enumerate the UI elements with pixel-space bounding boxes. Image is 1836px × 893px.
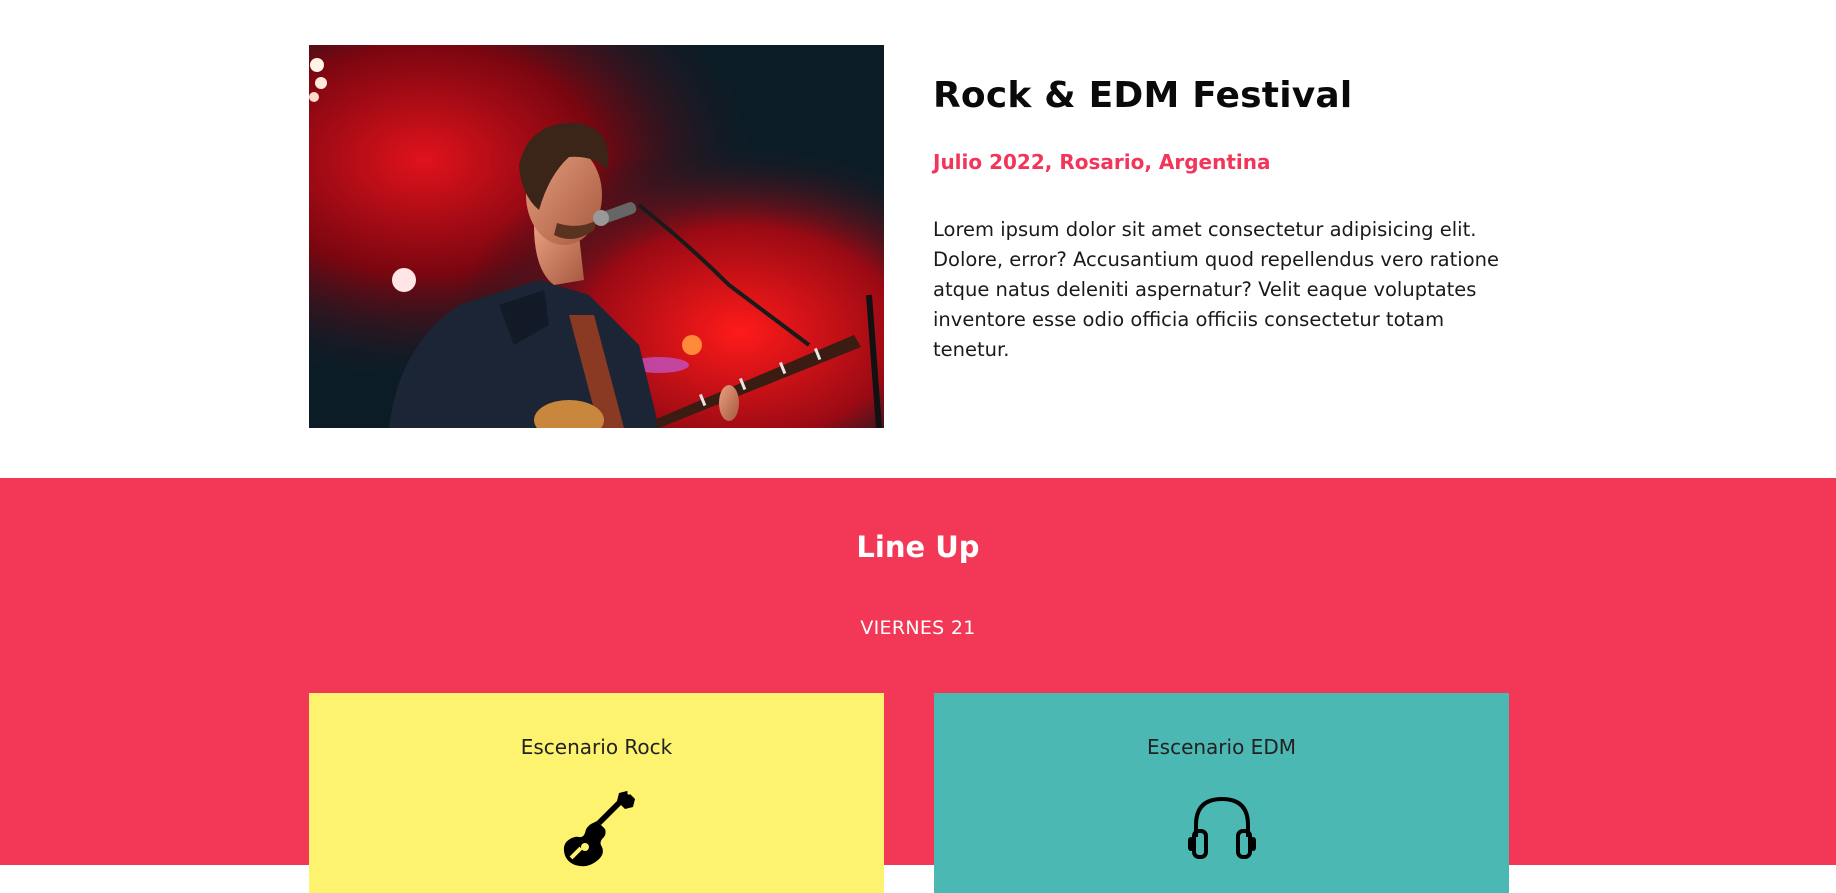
stage-card-edm: Escenario EDM <box>934 693 1509 893</box>
stage-card-rock: Escenario Rock <box>309 693 884 893</box>
event-date-location: Julio 2022, Rosario, Argentina <box>933 150 1271 174</box>
event-info: Rock & EDM Festival Julio 2022, Rosario,… <box>933 70 1513 365</box>
event-title: Rock & EDM Festival <box>933 75 1353 116</box>
guitar-icon <box>555 787 639 871</box>
stage-title: Escenario Rock <box>520 735 673 759</box>
lineup-title: Line Up <box>856 530 980 564</box>
stage-title: Escenario EDM <box>1147 735 1296 759</box>
headphones-icon <box>1180 787 1264 871</box>
lineup-section: Line Up VIERNES 21 Escenario Rock Escena… <box>0 478 1836 893</box>
event-section: Rock & EDM Festival Julio 2022, Rosario,… <box>0 0 1836 478</box>
lineup-day: VIERNES 21 <box>860 617 976 639</box>
event-description: Lorem ipsum dolor sit amet consectetur a… <box>933 218 1499 361</box>
concert-photo <box>309 45 884 428</box>
